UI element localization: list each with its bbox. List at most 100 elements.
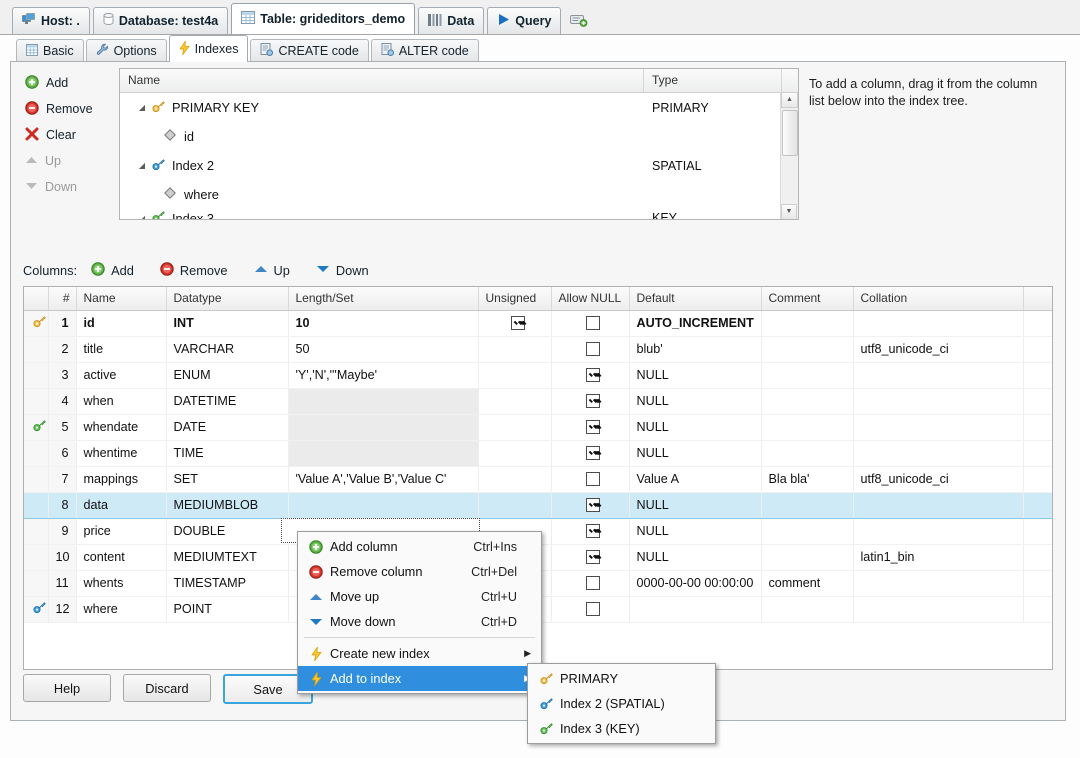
cell-unsigned[interactable] xyxy=(478,414,551,440)
header-allow-null[interactable]: Allow NULL xyxy=(551,287,629,310)
allow-null-checkbox[interactable] xyxy=(586,602,600,616)
index-clear-button[interactable]: Clear xyxy=(25,122,117,148)
menu-item-move-down[interactable]: Move down Ctrl+D xyxy=(298,609,541,634)
cell-datatype[interactable]: VARCHAR xyxy=(166,336,288,362)
index-remove-button[interactable]: Remove xyxy=(25,96,117,122)
cell-datatype[interactable]: DATE xyxy=(166,414,288,440)
header-comment[interactable]: Comment xyxy=(761,287,853,310)
table-row[interactable]: 6 whentime TIME NULL xyxy=(24,440,1052,466)
index-tree-scrollbar[interactable]: ▲ ▼ xyxy=(780,92,798,220)
cell-datatype[interactable]: TIME xyxy=(166,440,288,466)
table-row[interactable]: 1 id INT 10 AUTO_INCREMENT xyxy=(24,310,1052,336)
cell-unsigned[interactable] xyxy=(478,362,551,388)
cell-default[interactable]: NULL xyxy=(629,362,761,388)
cell-datatype[interactable]: DATETIME xyxy=(166,388,288,414)
cell-length[interactable] xyxy=(288,492,478,518)
cell-collation[interactable] xyxy=(853,518,1023,544)
discard-button[interactable]: Discard xyxy=(123,674,211,702)
cell-allow-null[interactable] xyxy=(551,414,629,440)
tab-basic[interactable]: Basic xyxy=(16,39,84,62)
tab-create-code[interactable]: CREATE code xyxy=(250,39,368,62)
cell-default[interactable]: blub' xyxy=(629,336,761,362)
header-gutter[interactable] xyxy=(24,287,48,310)
cell-unsigned[interactable] xyxy=(478,440,551,466)
main-tab-table[interactable]: Table: grideditors_demo xyxy=(231,3,415,34)
cell-name[interactable]: when xyxy=(76,388,166,414)
index-tree[interactable]: Name Type ◢ xyxy=(119,68,799,220)
cell-datatype[interactable]: TIMESTAMP xyxy=(166,570,288,596)
cell-datatype[interactable]: MEDIUMBLOB xyxy=(166,492,288,518)
table-row[interactable]: 4 when DATETIME NULL xyxy=(24,388,1052,414)
cell-collation[interactable]: latin1_bin xyxy=(853,544,1023,570)
scrollbar-thumb[interactable] xyxy=(782,110,798,156)
cell-name[interactable]: mappings xyxy=(76,466,166,492)
cell-default[interactable]: NULL xyxy=(629,518,761,544)
cell-allow-null[interactable] xyxy=(551,440,629,466)
cell-length[interactable]: 'Y','N','''Maybe' xyxy=(288,362,478,388)
header-default[interactable]: Default xyxy=(629,287,761,310)
cell-datatype[interactable]: ENUM xyxy=(166,362,288,388)
cell-comment[interactable] xyxy=(761,388,853,414)
cell-collation[interactable] xyxy=(853,570,1023,596)
cell-comment[interactable] xyxy=(761,362,853,388)
cell-allow-null[interactable] xyxy=(551,336,629,362)
cell-length[interactable]: 'Value A','Value B','Value C' xyxy=(288,466,478,492)
cell-default[interactable]: NULL xyxy=(629,544,761,570)
menu-item-create-new-index[interactable]: Create new index ▶ xyxy=(298,641,541,666)
cell-collation[interactable] xyxy=(853,388,1023,414)
cell-collation[interactable] xyxy=(853,596,1023,622)
header-length-set[interactable]: Length/Set xyxy=(288,287,478,310)
cell-name[interactable]: id xyxy=(76,310,166,336)
cell-unsigned[interactable] xyxy=(478,388,551,414)
index-tree-row[interactable]: ◢ Index 3 KEY xyxy=(120,209,798,220)
cell-comment[interactable] xyxy=(761,336,853,362)
index-add-button[interactable]: Add xyxy=(25,70,117,96)
expander-icon[interactable]: ◢ xyxy=(134,161,150,170)
cell-collation[interactable] xyxy=(853,362,1023,388)
allow-null-checkbox[interactable] xyxy=(586,524,600,538)
allow-null-checkbox[interactable] xyxy=(586,316,600,330)
cell-default[interactable]: 0000-00-00 00:00:00 xyxy=(629,570,761,596)
cell-datatype[interactable]: SET xyxy=(166,466,288,492)
allow-null-checkbox[interactable] xyxy=(586,498,600,512)
cell-name[interactable]: active xyxy=(76,362,166,388)
cell-allow-null[interactable] xyxy=(551,492,629,518)
cell-unsigned[interactable] xyxy=(478,466,551,492)
cell-unsigned[interactable] xyxy=(478,336,551,362)
cell-collation[interactable] xyxy=(853,414,1023,440)
cell-allow-null[interactable] xyxy=(551,570,629,596)
main-tab-data[interactable]: Data xyxy=(418,7,484,34)
index-tree-row[interactable]: ◢ PRIMARY KEY PRIMAR xyxy=(120,93,798,122)
cell-name[interactable]: whents xyxy=(76,570,166,596)
columns-down-button[interactable]: Down xyxy=(316,263,369,278)
header-number[interactable]: # xyxy=(48,287,76,310)
menu-item-move-up[interactable]: Move up Ctrl+U xyxy=(298,584,541,609)
cell-collation[interactable] xyxy=(853,310,1023,336)
index-tree-row[interactable]: ◢ Index 2 SPATIAL xyxy=(120,151,798,180)
cell-allow-null[interactable] xyxy=(551,310,629,336)
tab-options[interactable]: Options xyxy=(86,39,167,62)
submenu-item-primary[interactable]: PRIMARY xyxy=(528,666,715,691)
help-button[interactable]: Help xyxy=(23,674,111,702)
header-name[interactable]: Name xyxy=(76,287,166,310)
columns-up-button[interactable]: Up xyxy=(254,263,290,278)
cell-name[interactable]: whentime xyxy=(76,440,166,466)
cell-unsigned[interactable] xyxy=(478,492,551,518)
table-row[interactable]: 5 whendate DATE NULL xyxy=(24,414,1052,440)
cell-collation[interactable] xyxy=(853,492,1023,518)
cell-comment[interactable]: Bla bla' xyxy=(761,466,853,492)
allow-null-checkbox[interactable] xyxy=(586,394,600,408)
cell-allow-null[interactable] xyxy=(551,388,629,414)
allow-null-checkbox[interactable] xyxy=(586,342,600,356)
main-tab-query[interactable]: Query xyxy=(487,7,561,34)
cell-collation[interactable]: utf8_unicode_ci xyxy=(853,336,1023,362)
allow-null-checkbox[interactable] xyxy=(586,472,600,486)
cell-default[interactable]: NULL xyxy=(629,414,761,440)
cell-datatype[interactable]: MEDIUMTEXT xyxy=(166,544,288,570)
header-collation[interactable]: Collation xyxy=(853,287,1023,310)
index-tree-row[interactable]: id xyxy=(120,122,798,151)
tab-indexes[interactable]: Indexes xyxy=(169,35,249,62)
cell-default[interactable] xyxy=(629,596,761,622)
main-tab-database[interactable]: Database: test4a xyxy=(93,7,228,34)
cell-allow-null[interactable] xyxy=(551,596,629,622)
